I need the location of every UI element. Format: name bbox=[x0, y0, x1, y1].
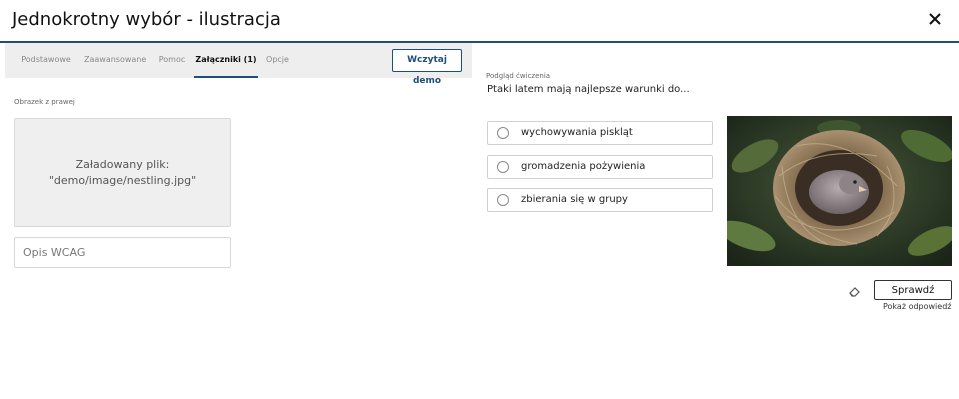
close-icon[interactable] bbox=[926, 10, 944, 28]
active-tab-indicator bbox=[194, 76, 258, 78]
answer-option[interactable]: wychowywania piskląt bbox=[487, 121, 713, 145]
answer-option-label: gromadzenia pożywienia bbox=[521, 161, 646, 172]
uploaded-file-label: Załadowany plik: bbox=[75, 157, 170, 171]
tab-zaawansowane[interactable]: Zaawansowane bbox=[84, 43, 146, 78]
image-position-label: Obrazek z prawej bbox=[14, 98, 75, 106]
show-answer-link[interactable]: Pokaż odpowiedź bbox=[883, 302, 951, 311]
answer-option[interactable]: zbierania się w grupy bbox=[487, 188, 713, 212]
tab-bar: Podstawowe Zaawansowane Pomoc Załączniki… bbox=[5, 43, 472, 86]
eraser-icon[interactable] bbox=[848, 283, 861, 297]
radio-button[interactable] bbox=[497, 194, 509, 206]
image-upload-area[interactable]: Załadowany plik: "demo/image/nestling.jp… bbox=[14, 118, 231, 227]
nestling-photo bbox=[727, 116, 952, 266]
answer-option-label: wychowywania piskląt bbox=[521, 127, 633, 138]
dialog-title: Jednokrotny wybór - ilustracja bbox=[12, 9, 281, 30]
answer-option[interactable]: gromadzenia pożywienia bbox=[487, 155, 713, 179]
check-button[interactable]: Sprawdź bbox=[874, 280, 952, 300]
preview-label: Podgląd ćwiczenia bbox=[486, 72, 551, 80]
uploaded-file-path: "demo/image/nestling.jpg" bbox=[48, 173, 197, 187]
tab-opcje[interactable]: Opcje bbox=[263, 43, 292, 78]
tab-zalaczniki[interactable]: Załączniki (1) bbox=[194, 43, 258, 78]
question-text: Ptaki latem mają najlepsze warunki do... bbox=[487, 84, 690, 95]
radio-button[interactable] bbox=[497, 161, 509, 173]
tab-pomoc[interactable]: Pomoc bbox=[154, 43, 190, 78]
wcag-description-input[interactable] bbox=[14, 237, 231, 268]
radio-button[interactable] bbox=[497, 127, 509, 139]
tab-podstawowe[interactable]: Podstawowe bbox=[15, 43, 77, 78]
answer-option-label: zbierania się w grupy bbox=[521, 194, 628, 205]
load-demo-button[interactable]: Wczytaj demo bbox=[392, 49, 462, 86]
